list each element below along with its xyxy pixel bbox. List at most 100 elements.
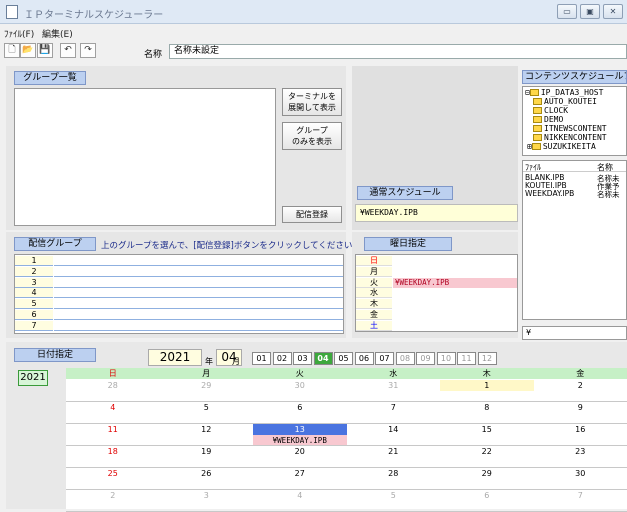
calendar-day-slot[interactable] [253, 479, 347, 490]
calendar-day-slot[interactable] [160, 391, 254, 402]
calendar-day[interactable]: 26 [160, 468, 254, 479]
month-tab[interactable]: 08 [396, 352, 415, 365]
menu-edit[interactable]: 編集(E) [42, 27, 73, 40]
weekday-schedule-cell[interactable]: ¥WEEKDAY.IPB [393, 278, 517, 288]
calendar-day[interactable]: 18 [66, 446, 160, 457]
save-icon[interactable]: 💾 [37, 43, 53, 58]
calendar-day-slot[interactable] [440, 479, 534, 490]
year-button[interactable]: 2021 [18, 370, 48, 386]
calendar-day[interactable]: 6 [253, 402, 347, 413]
calendar-day-slot[interactable] [160, 413, 254, 424]
month-tab[interactable]: 01 [252, 352, 271, 365]
month-tab[interactable]: 06 [355, 352, 374, 365]
calendar-day-slot[interactable] [347, 479, 441, 490]
calendar-day-slot[interactable] [253, 501, 347, 512]
delivery-row[interactable] [54, 288, 343, 298]
calendar-day[interactable]: 4 [66, 402, 160, 413]
calendar-day-slot[interactable] [253, 413, 347, 424]
delivery-row[interactable] [54, 278, 343, 288]
calendar-day-slot[interactable] [440, 391, 534, 402]
minimize-button[interactable]: ▭ [557, 4, 577, 19]
calendar-day[interactable]: 28 [66, 380, 160, 391]
group-list[interactable] [14, 88, 276, 226]
calendar-day[interactable]: 1 [440, 380, 534, 391]
calendar-day-slot[interactable] [534, 479, 627, 490]
calendar-day-slot[interactable] [534, 457, 627, 468]
calendar-day[interactable]: 27 [253, 468, 347, 479]
weekday-schedule-cell[interactable] [393, 299, 517, 309]
calendar-day[interactable]: 6 [440, 490, 534, 501]
year-field[interactable]: 2021 [148, 349, 202, 366]
file-name[interactable]: WEEKDAY.IPB [525, 189, 574, 198]
calendar-day-slot[interactable] [534, 435, 627, 446]
calendar-day[interactable]: 20 [253, 446, 347, 457]
calendar-day[interactable]: 9 [534, 402, 627, 413]
month-tab[interactable]: 05 [334, 352, 353, 365]
calendar-day-slot[interactable] [347, 457, 441, 468]
tree-item[interactable]: AUTO_KOUTEI [533, 97, 597, 106]
calendar-day[interactable]: 11 [66, 424, 160, 435]
calendar-day-slot[interactable] [440, 413, 534, 424]
calendar-day[interactable]: 29 [160, 380, 254, 391]
month-tab[interactable]: 07 [375, 352, 394, 365]
calendar-day-slot[interactable] [253, 457, 347, 468]
calendar-day[interactable]: 7 [534, 490, 627, 501]
calendar-day-slot[interactable] [66, 479, 160, 490]
calendar-day[interactable]: 31 [347, 380, 441, 391]
calendar-day-slot[interactable] [66, 457, 160, 468]
weekday-schedule-cell[interactable] [393, 321, 517, 331]
delivery-row[interactable] [54, 310, 343, 320]
menu-file[interactable]: ﾌｧｲﾙ(F) [4, 27, 34, 40]
normal-schedule-value[interactable]: ¥WEEKDAY.IPB [355, 204, 518, 222]
month-tab[interactable]: 11 [457, 352, 476, 365]
tree-root[interactable]: ⊟IP_DATA3_HOST [525, 88, 603, 97]
calendar-day[interactable]: 8 [440, 402, 534, 413]
file-column-header[interactable]: ﾌｧｲﾙ [525, 162, 541, 173]
calendar-day[interactable]: 14 [347, 424, 441, 435]
calendar-day[interactable]: 12 [160, 424, 254, 435]
month-tab[interactable]: 12 [478, 352, 497, 365]
calendar-day[interactable]: 30 [253, 380, 347, 391]
name-field[interactable]: 名称未設定 [169, 44, 627, 59]
folder-tree[interactable]: ⊟IP_DATA3_HOST AUTO_KOUTEI CLOCK DEMO IT… [522, 86, 627, 156]
calendar-day-slot[interactable] [347, 501, 441, 512]
calendar-day-slot[interactable] [440, 457, 534, 468]
calendar-day-slot[interactable] [347, 435, 441, 446]
weekday-schedule-cell[interactable] [393, 256, 517, 266]
group-only-button[interactable]: グループ のみを表示 [282, 122, 342, 150]
calendar-day-slot[interactable] [160, 457, 254, 468]
calendar-day[interactable]: 23 [534, 446, 627, 457]
calendar-day[interactable]: 25 [66, 468, 160, 479]
calendar-day[interactable]: 16 [534, 424, 627, 435]
calendar-day[interactable]: 30 [534, 468, 627, 479]
weekday-schedule-cell[interactable] [393, 267, 517, 277]
name-column-header[interactable]: 名称 [597, 162, 613, 173]
calendar-day[interactable]: 22 [440, 446, 534, 457]
calendar-day-slot[interactable] [66, 501, 160, 512]
tree-item[interactable]: CLOCK [533, 106, 568, 115]
calendar-day[interactable]: 5 [347, 490, 441, 501]
calendar-day[interactable]: 29 [440, 468, 534, 479]
register-delivery-button[interactable]: 配信登録 [282, 206, 342, 223]
calendar-day-slot[interactable] [66, 413, 160, 424]
month-tab[interactable]: 04 [314, 352, 333, 365]
calendar-day-slot[interactable] [66, 435, 160, 446]
undo-icon[interactable]: ↶ [60, 43, 76, 58]
delivery-row[interactable] [54, 256, 343, 266]
file-list[interactable]: ﾌｧｲﾙ 名称 BLANK.IPB 名称未 KOUTEI.IPB 作業予 WEE… [522, 160, 627, 320]
delivery-row[interactable] [54, 299, 343, 309]
month-tab[interactable]: 02 [273, 352, 292, 365]
calendar-day-slot[interactable] [160, 435, 254, 446]
delivery-row[interactable] [54, 321, 343, 331]
path-field[interactable]: ¥ [522, 326, 627, 340]
close-button[interactable]: ✕ [603, 4, 623, 19]
calendar-day[interactable]: 7 [347, 402, 441, 413]
calendar-day-slot[interactable] [440, 435, 534, 446]
tree-item[interactable]: NIKKENCONTENT [533, 133, 607, 142]
calendar-day[interactable]: 28 [347, 468, 441, 479]
calendar-day-slot[interactable] [534, 413, 627, 424]
tree-item[interactable]: ITNEWSCONTENT [533, 124, 607, 133]
calendar-day-slot[interactable]: ¥WEEKDAY.IPB [253, 435, 347, 446]
weekday-schedule-cell[interactable] [393, 310, 517, 320]
maximize-button[interactable]: ▣ [580, 4, 600, 19]
